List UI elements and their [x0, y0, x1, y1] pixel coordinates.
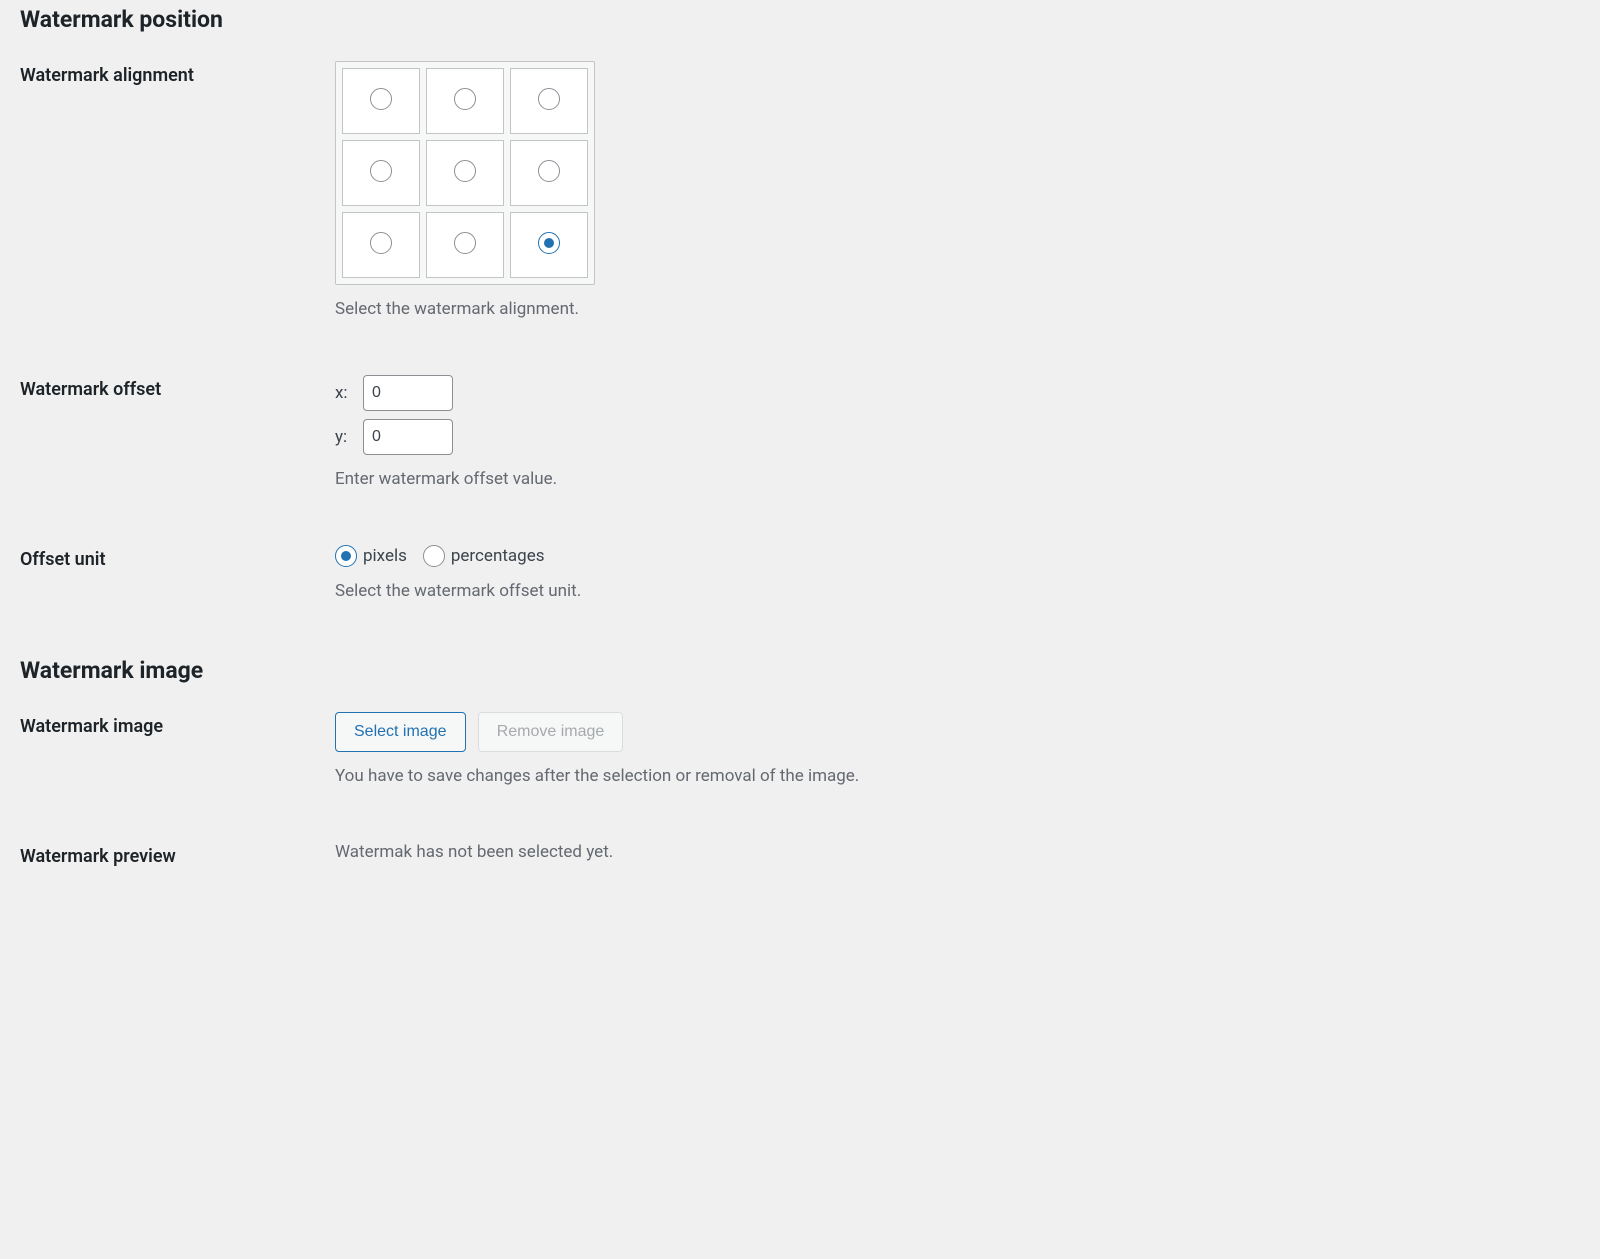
field-watermark-alignment: Select the watermark alignment. [335, 61, 1580, 319]
alignment-radio-middle-left[interactable] [370, 160, 392, 182]
field-watermark-offset: x: y: Enter watermark offset value. [335, 375, 1580, 489]
row-watermark-alignment: Watermark alignment Se [20, 61, 1580, 319]
offset-unit-radio-pixels[interactable] [335, 545, 357, 567]
row-offset-unit: Offset unit pixels percentages Select th… [20, 545, 1580, 601]
alignment-description: Select the watermark alignment. [335, 299, 1580, 319]
offset-unit-pixels-label[interactable]: pixels [335, 545, 407, 567]
alignment-radio-top-center[interactable] [454, 88, 476, 110]
offset-y-input[interactable] [363, 419, 453, 455]
section-title-image: Watermark image [20, 657, 1580, 684]
label-watermark-preview: Watermark preview [20, 842, 335, 867]
offset-x-label: x: [335, 383, 355, 403]
label-offset-unit: Offset unit [20, 545, 335, 570]
preview-text: Watermak has not been selected yet. [335, 842, 613, 862]
alignment-radio-bottom-center[interactable] [454, 232, 476, 254]
offset-unit-pixels-text: pixels [363, 546, 407, 566]
offset-y-label: y: [335, 427, 355, 447]
alignment-radio-middle-center[interactable] [454, 160, 476, 182]
row-watermark-offset: Watermark offset x: y: Enter watermark o… [20, 375, 1580, 489]
image-description: You have to save changes after the selec… [335, 766, 1580, 786]
field-watermark-image: Select image Remove image You have to sa… [335, 712, 1580, 786]
row-watermark-image: Watermark image Select image Remove imag… [20, 712, 1580, 786]
label-watermark-offset: Watermark offset [20, 375, 335, 400]
alignment-radio-top-right[interactable] [538, 88, 560, 110]
offset-description: Enter watermark offset value. [335, 469, 1580, 489]
alignment-radio-bottom-right[interactable] [538, 232, 560, 254]
select-image-button[interactable]: Select image [335, 712, 466, 752]
row-watermark-preview: Watermark preview Watermak has not been … [20, 842, 1580, 867]
offset-x-input[interactable] [363, 375, 453, 411]
label-watermark-alignment: Watermark alignment [20, 61, 335, 86]
alignment-radio-bottom-left[interactable] [370, 232, 392, 254]
alignment-grid [335, 61, 595, 285]
offset-unit-description: Select the watermark offset unit. [335, 581, 1580, 601]
offset-unit-percentages-text: percentages [451, 546, 545, 566]
alignment-radio-middle-right[interactable] [538, 160, 560, 182]
remove-image-button: Remove image [478, 712, 624, 752]
label-watermark-image: Watermark image [20, 712, 335, 737]
field-offset-unit: pixels percentages Select the watermark … [335, 545, 1580, 601]
alignment-radio-top-left[interactable] [370, 88, 392, 110]
offset-unit-radio-percentages[interactable] [423, 545, 445, 567]
field-watermark-preview: Watermak has not been selected yet. [335, 842, 1580, 862]
offset-unit-percentages-label[interactable]: percentages [423, 545, 545, 567]
section-title-position: Watermark position [20, 6, 1580, 33]
